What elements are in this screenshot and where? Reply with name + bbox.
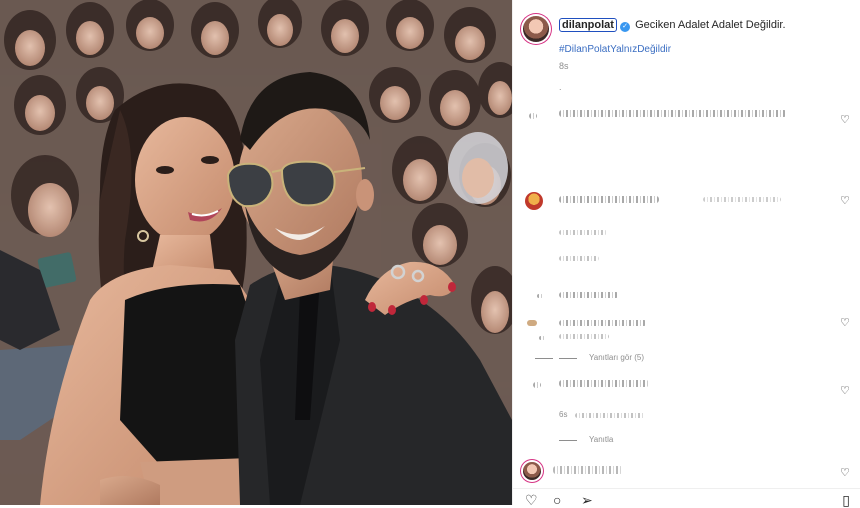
- commenter-avatar[interactable]: [525, 192, 543, 210]
- comment-text-blurred: [559, 196, 659, 203]
- reply-link[interactable]: Yanıtla: [589, 435, 613, 444]
- heart-icon[interactable]: ♡: [840, 115, 850, 126]
- comment-text-blurred: [553, 466, 623, 474]
- post-caption: dilanpolat ✓ Geciken Adalet Adalet Değil…: [559, 18, 786, 32]
- commenter-avatar[interactable]: [523, 462, 541, 480]
- comment-text-blurred: [559, 380, 649, 387]
- comments-panel: dilanpolat ✓ Geciken Adalet Adalet Değil…: [512, 0, 860, 507]
- caption-separator: .: [559, 82, 562, 92]
- comment-text-blurred: [559, 256, 599, 261]
- replies-line: [559, 358, 577, 359]
- verified-badge-icon: ✓: [620, 22, 631, 32]
- heart-icon[interactable]: ♡: [840, 468, 850, 479]
- commenter-avatar: [527, 320, 537, 326]
- heart-icon[interactable]: ♡: [840, 196, 850, 207]
- author-username[interactable]: dilanpolat: [559, 18, 617, 32]
- comment-meta-blurred: [559, 334, 609, 339]
- author-avatar[interactable]: [523, 16, 549, 42]
- hashtag-link[interactable]: #DilanPolatYalnızDeğildir: [559, 44, 671, 55]
- comment-meta-blurred: [575, 413, 645, 418]
- comment-avatar-blurred: [537, 294, 543, 298]
- replies-line: [535, 358, 553, 359]
- post-photo[interactable]: [0, 0, 512, 505]
- comment-text-blurred: [559, 292, 619, 298]
- comment-text-blurred: [703, 197, 781, 202]
- comment-avatar-blurred: [533, 382, 541, 388]
- post-image: [0, 0, 512, 505]
- view-replies-link[interactable]: Yanıtları gör (5): [589, 353, 644, 362]
- heart-icon[interactable]: ♡: [840, 318, 850, 329]
- heart-icon[interactable]: ♡: [840, 386, 850, 397]
- comment-text-blurred: [559, 320, 647, 326]
- comment-avatar-blurred: [529, 113, 537, 119]
- post-time: 8s: [559, 61, 569, 71]
- action-bar: ♡ ○ ➢ ▯: [513, 488, 860, 507]
- replies-line: [559, 440, 577, 441]
- caption-text: Geciken Adalet Adalet Değildir.: [635, 19, 786, 31]
- comment-text-blurred: [559, 110, 787, 117]
- comment-meta-blurred: [539, 336, 545, 340]
- comment-text-blurred: [559, 230, 607, 235]
- comment-time: 6s: [559, 410, 568, 419]
